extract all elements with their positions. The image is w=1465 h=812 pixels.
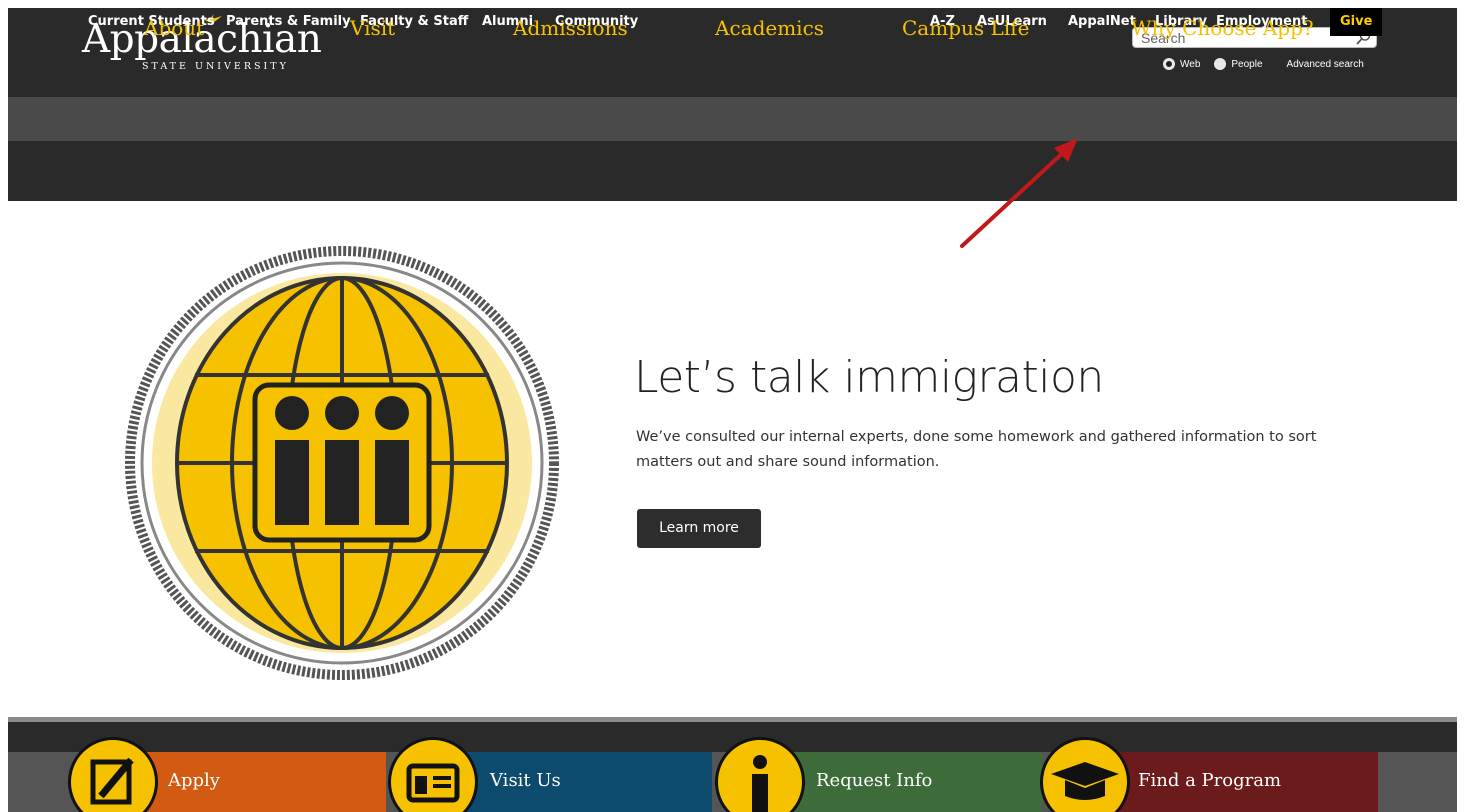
search-option-web-label: Web (1180, 58, 1201, 70)
main-nav-visit[interactable]: Visit (350, 16, 395, 40)
nav-parents-family[interactable]: Parents & Family (226, 0, 351, 44)
radio-people[interactable] (1214, 58, 1227, 70)
main-nav-academics[interactable]: Academics (715, 16, 824, 40)
search-option-people-label: People (1231, 58, 1263, 70)
logo-subtitle: STATE UNIVERSITY (142, 61, 289, 72)
id-badge-icon (388, 737, 478, 812)
globe-illustration (125, 246, 559, 680)
cta-apply-label: Apply (168, 770, 220, 791)
main-nav-about[interactable]: About (144, 16, 204, 40)
search-options: Web People Advanced search (1163, 58, 1364, 70)
pencil-notepad-icon (68, 737, 158, 812)
graduation-cap-icon (1040, 737, 1130, 812)
cta-find-program-label: Find a Program (1138, 770, 1282, 791)
main-nav (8, 141, 1457, 201)
search-option-people[interactable]: People (1214, 58, 1263, 70)
main-nav-campus-life[interactable]: Campus Life (902, 16, 1029, 40)
audience-nav (8, 97, 1457, 141)
advanced-search-link[interactable]: Advanced search (1287, 59, 1364, 70)
main-nav-why-choose-app[interactable]: Why Choose App? (1131, 16, 1314, 40)
nav-appalnet[interactable]: AppalNet (1068, 0, 1136, 44)
learn-more-button[interactable]: Learn more (637, 509, 761, 548)
give-button[interactable]: Give (1330, 8, 1383, 36)
main-nav-admissions[interactable]: Admissions (513, 16, 628, 40)
search-option-web[interactable]: Web (1163, 58, 1200, 70)
cta-request-info-label: Request Info (816, 770, 933, 791)
hero-title: Let’s talk immigration (634, 352, 1104, 403)
cta-visit-us-label: Visit Us (490, 770, 561, 791)
info-icon (715, 737, 805, 812)
annotation-arrow (960, 138, 1078, 248)
radio-web[interactable] (1163, 58, 1175, 70)
hero-description: We’ve consulted our internal experts, do… (636, 429, 1317, 470)
